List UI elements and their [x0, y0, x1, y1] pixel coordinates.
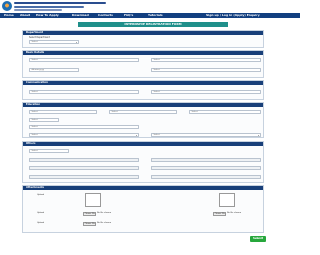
address-input[interactable]: Select: [29, 90, 139, 94]
submit-button[interactable]: Submit: [250, 236, 266, 242]
year-input[interactable]: Select: [189, 110, 261, 114]
education-panel-title: Education: [26, 103, 40, 106]
no-file-label: No file chosen: [97, 212, 112, 214]
name-input-placeholder: Select: [31, 59, 38, 61]
category-select-value: Select: [153, 134, 160, 136]
site-header: [0, 0, 300, 13]
nav-contacts[interactable]: Contacts: [98, 13, 113, 18]
attachments-panel-title: Attachments: [26, 186, 45, 189]
nav-faq[interactable]: FAQ's: [124, 13, 133, 18]
specialization-input-placeholder: Select: [31, 126, 38, 128]
others-panel-header: Others: [23, 142, 263, 146]
nav-login-enquiry[interactable]: Sign up / Log in (Apply) Enquiry: [206, 13, 260, 18]
qualification-input[interactable]: Select: [29, 110, 97, 114]
percentage-input[interactable]: Select: [29, 118, 59, 122]
department-label: Select Department: [29, 36, 50, 39]
chevron-down-icon: ▾: [135, 134, 137, 137]
department-select-value: Select: [31, 41, 38, 43]
basic-details-panel-header: Basic Details: [23, 51, 263, 55]
nav-how-to-apply[interactable]: How To Apply: [36, 13, 59, 18]
basic-details-panel-title: Basic Details: [26, 51, 45, 54]
education-panel: Education Select Select Select Select Se…: [22, 102, 264, 138]
department-panel-header: Department: [23, 31, 263, 35]
chevron-down-icon: ▾: [75, 41, 77, 44]
department-select[interactable]: Select ▾: [29, 40, 79, 44]
others-field-1-placeholder: Select: [31, 150, 38, 152]
chevron-down-icon: ▾: [257, 134, 259, 137]
nav-home[interactable]: Home: [4, 13, 14, 18]
nav-about[interactable]: About: [20, 13, 30, 18]
address-input-placeholder: Select: [31, 91, 38, 93]
upload-label-2: Upload: [37, 212, 45, 214]
photo-preview: [85, 193, 101, 207]
specialization-input[interactable]: Select: [29, 125, 139, 129]
header-subtitle-line: [14, 6, 84, 8]
basic-details-panel: Basic Details Select Select dd-mm-yyyy S…: [22, 50, 264, 78]
page-title: INTERNSHIP REGISTRATION FORM: [124, 22, 182, 26]
gender-select-value: Select: [31, 134, 38, 136]
university-input[interactable]: Select: [109, 110, 177, 114]
communication-panel-title: Communication: [26, 81, 48, 84]
email-input-placeholder: Select: [153, 69, 160, 71]
page-title-bar: INTERNSHIP REGISTRATION FORM: [78, 22, 228, 27]
dob-input-placeholder: dd-mm-yyyy: [31, 69, 45, 71]
education-panel-header: Education: [23, 103, 263, 107]
others-field-7[interactable]: [151, 175, 261, 179]
qualification-input-placeholder: Select: [31, 111, 38, 113]
no-file-label-3: No file chosen: [97, 222, 112, 224]
name-input[interactable]: Select: [29, 58, 139, 62]
attachments-panel-header: Attachments: [23, 186, 263, 190]
nav-download[interactable]: Download: [72, 13, 89, 18]
choose-file-button-2[interactable]: Choose File: [213, 212, 227, 216]
communication-panel: Communication Select Select: [22, 80, 264, 100]
others-field-4[interactable]: [29, 166, 139, 170]
gender-select[interactable]: Select ▾: [29, 133, 139, 137]
department-panel: Department Select Department Select ▾: [22, 30, 264, 48]
communication-panel-header: Communication: [23, 81, 263, 85]
upload-label: Upload: [37, 194, 45, 196]
others-field-3[interactable]: [151, 158, 261, 162]
attachments-panel: Attachments Upload Upload Choose File No…: [22, 185, 264, 233]
main-nav: Home About How To Apply Download Contact…: [0, 13, 300, 18]
father-name-input[interactable]: Select: [151, 58, 261, 62]
others-field-6[interactable]: [29, 175, 139, 179]
mobile-input-placeholder: Select: [153, 91, 160, 93]
upload-label-3: Upload: [37, 222, 45, 224]
mobile-input[interactable]: Select: [151, 90, 261, 94]
category-select[interactable]: Select ▾: [151, 133, 261, 137]
nav-tutorials[interactable]: Tutorials: [148, 13, 163, 18]
others-field-2[interactable]: [29, 158, 139, 162]
choose-file-button[interactable]: Choose File: [83, 212, 97, 216]
father-name-input-placeholder: Select: [153, 59, 160, 61]
signature-preview: [219, 193, 235, 207]
choose-file-button-3[interactable]: Choose File: [83, 222, 97, 226]
university-input-placeholder: Select: [111, 111, 118, 113]
others-field-5[interactable]: [151, 166, 261, 170]
no-file-label-2: No file chosen: [227, 212, 242, 214]
others-field-1[interactable]: Select: [29, 149, 69, 153]
percentage-input-placeholder: Select: [31, 119, 38, 121]
header-title-line: [14, 2, 106, 4]
year-input-placeholder: Select: [191, 111, 198, 113]
others-panel-title: Others: [26, 142, 36, 145]
logo: [2, 1, 12, 11]
header-tagline-line: [14, 9, 62, 11]
dob-input[interactable]: dd-mm-yyyy: [29, 68, 79, 72]
email-input[interactable]: Select: [151, 68, 261, 72]
others-panel: Others Select: [22, 141, 264, 183]
department-panel-title: Department: [26, 31, 43, 34]
